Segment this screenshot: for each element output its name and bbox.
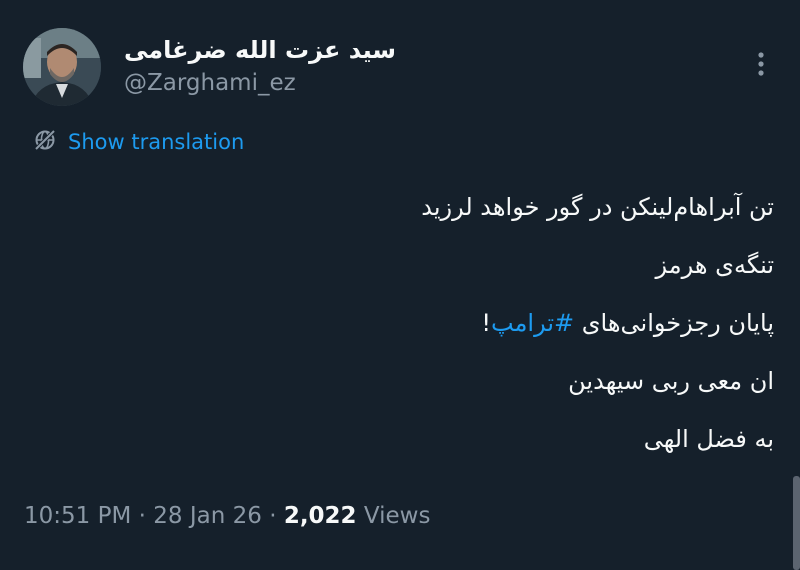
tweet-line-4: ان معی ربی سیهدین (568, 367, 774, 395)
show-translation-label: Show translation (68, 130, 245, 154)
author-handle[interactable]: @Zarghami_ez (124, 70, 296, 96)
meta-separator: · (269, 503, 277, 529)
tweet-date[interactable]: 28 Jan 26 (153, 503, 262, 529)
show-translation-link[interactable]: Show translation (32, 126, 244, 158)
tweet-line-5: به فضل الهی (643, 425, 774, 453)
hashtag-link[interactable]: #ترامپ (491, 309, 574, 337)
tweet-line-1: تن آبراهام‌لینکن در گور خواهد لرزید (421, 193, 774, 221)
avatar[interactable] (23, 28, 101, 106)
tweet-text: تن آبراهام‌لینکن در گور خواهد لرزید تنگه… (34, 178, 774, 468)
author-display-name[interactable]: سید عزت الله ضرغامی (124, 36, 396, 64)
avatar-photo (23, 28, 101, 106)
views-count: 2,022 (283, 503, 357, 529)
tweet-line-2: تنگه‌ی هرمز (655, 251, 774, 279)
more-options-icon[interactable] (748, 46, 774, 82)
meta-separator: · (138, 503, 146, 529)
tweet-line-3-prefix: پایان رجزخوانی‌های (574, 309, 774, 337)
scrollbar-thumb[interactable] (793, 476, 800, 570)
views-label: Views (363, 503, 431, 529)
tweet-metadata: 10:51 PM · 28 Jan 26 · 2,022 Views (24, 503, 430, 529)
tweet-line-3: پایان رجزخوانی‌های #ترامپ! (34, 294, 774, 352)
tweet-detail: سید عزت الله ضرغامی @Zarghami_ez Show tr… (0, 0, 800, 570)
tweet-time[interactable]: 10:51 PM (24, 503, 131, 529)
tweet-line-3-suffix: ! (481, 309, 491, 337)
globe-slash-icon (32, 127, 58, 157)
